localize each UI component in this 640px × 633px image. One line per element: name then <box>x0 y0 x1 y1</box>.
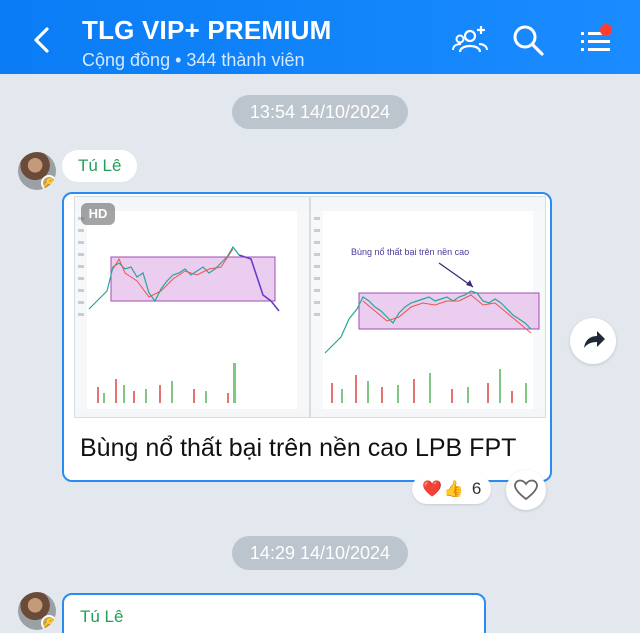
chart-image-lpb[interactable]: HD <box>74 196 310 418</box>
group-subtitle: Cộng đồng • 344 thành viên <box>82 50 305 70</box>
heart-reaction-icon: ❤️ <box>422 481 442 498</box>
back-arrow-icon[interactable] <box>22 20 62 60</box>
chart-image-fpt[interactable]: Bùng nổ thất bại trên nền cao <box>310 196 546 418</box>
thumbs-up-reaction-icon: 👍 <box>443 481 464 498</box>
avatar[interactable]: 🔑 <box>18 152 56 190</box>
group-title[interactable]: TLG VIP+ PREMIUM <box>82 15 332 46</box>
group-add-icon[interactable] <box>452 22 488 58</box>
key-badge-icon: 🔑 <box>41 615 56 630</box>
react-button[interactable] <box>506 470 546 510</box>
key-badge-icon: 🔑 <box>41 175 56 190</box>
message-text: Bùng nổ thất bại trên nền cao LPB FPT <box>80 434 517 462</box>
search-icon[interactable] <box>510 22 546 58</box>
message-bubble[interactable]: HD Bùng nổ thất bại trên nền cao Bùng nổ… <box>62 192 552 482</box>
timestamp-divider: 14:29 14/10/2024 <box>232 536 408 570</box>
hd-badge: HD <box>81 203 115 225</box>
reaction-summary[interactable]: ❤️ 👍 6 <box>412 474 492 504</box>
share-button[interactable] <box>570 318 616 364</box>
sender-name: Tú Lê <box>80 607 124 626</box>
chart-annotation: Bùng nổ thất bại trên nền cao <box>351 247 469 257</box>
notification-dot <box>600 24 612 36</box>
reaction-count: 6 <box>471 479 482 498</box>
sender-name: Tú Lê <box>62 150 138 182</box>
chat-header: TLG VIP+ PREMIUM Cộng đồng • 344 thành v… <box>0 0 640 74</box>
message-bubble[interactable]: Tú Lê <box>62 593 486 633</box>
timestamp-divider: 13:54 14/10/2024 <box>232 95 408 129</box>
chart-fpt-svg: Bùng nổ thất bại trên nền cao <box>311 197 545 417</box>
share-arrow-icon <box>584 331 605 348</box>
heart-outline-icon <box>514 479 538 501</box>
chart-lpb-svg <box>75 197 309 417</box>
avatar[interactable]: 🔑 <box>18 592 56 630</box>
